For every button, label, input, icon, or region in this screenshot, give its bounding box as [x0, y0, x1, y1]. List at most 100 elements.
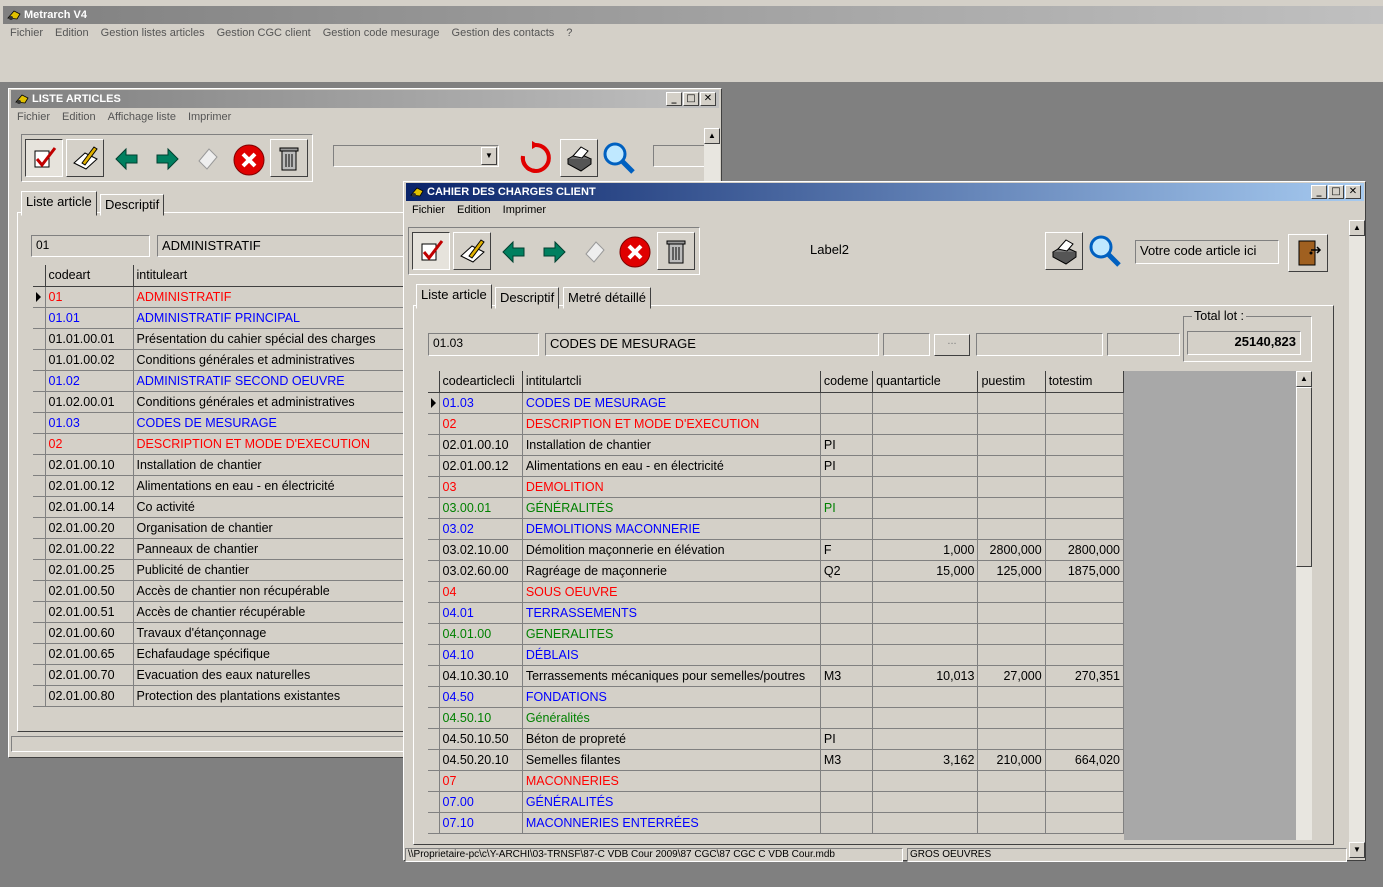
- row-indicator[interactable]: [428, 497, 440, 519]
- cell-unit[interactable]: PI: [820, 728, 874, 750]
- cell-code[interactable]: 03.00.01: [439, 497, 523, 519]
- cell-total[interactable]: [1045, 770, 1125, 792]
- cell-code[interactable]: 04.50.10.50: [439, 728, 523, 750]
- row-indicator[interactable]: [428, 413, 440, 435]
- cell-label[interactable]: Organisation de chantier: [133, 517, 414, 539]
- cell-label[interactable]: Evacuation des eaux naturelles: [133, 664, 414, 686]
- app-menu-item[interactable]: Gestion des contacts: [452, 27, 555, 39]
- cell-label[interactable]: Accès de chantier récupérable: [133, 601, 414, 623]
- liste-filter-select[interactable]: ▼: [333, 145, 499, 167]
- cell-quantity[interactable]: [872, 455, 979, 477]
- table-row[interactable]: 01.02 ADMINISTRATIF SECOND OEUVRE: [33, 370, 414, 392]
- table-row[interactable]: 07.00 GÉNÉRALITÉS: [428, 791, 1125, 813]
- cahier-delete-button[interactable]: [657, 232, 695, 270]
- row-indicator[interactable]: [33, 454, 46, 476]
- liste-menu-item[interactable]: Edition: [62, 111, 96, 123]
- row-indicator[interactable]: [428, 623, 440, 645]
- cahier-tab-metre-detaille[interactable]: Metré détaillé: [563, 287, 652, 309]
- cell-quantity[interactable]: [872, 434, 979, 456]
- cell-code[interactable]: 07: [439, 770, 523, 792]
- cell-label[interactable]: DESCRIPTION ET MODE D'EXECUTION: [133, 433, 414, 455]
- cell-total[interactable]: 2800,000: [1045, 539, 1125, 561]
- cell-unit-price[interactable]: [977, 644, 1046, 666]
- cell-quantity[interactable]: [872, 581, 979, 603]
- cahier-search-button[interactable]: [1088, 234, 1122, 268]
- close-button[interactable]: ✕: [700, 92, 716, 106]
- scroll-up-icon[interactable]: ▲: [704, 128, 720, 144]
- table-row[interactable]: 01.03 CODES DE MESURAGE: [33, 412, 414, 434]
- table-row[interactable]: 03.02 DEMOLITIONS MACONNERIE: [428, 518, 1125, 540]
- cahier-cancel-button[interactable]: [618, 235, 652, 269]
- cell-code[interactable]: 02.01.00.10: [439, 434, 523, 456]
- table-row[interactable]: 07.10 MACONNERIES ENTERRÉES: [428, 812, 1125, 834]
- app-menu-item[interactable]: Edition: [55, 27, 89, 39]
- table-row[interactable]: 02.01.00.51 Accès de chantier récupérable: [33, 601, 414, 623]
- cahier-window-vertical-scrollbar[interactable]: ▲ ▼: [1349, 220, 1365, 858]
- cell-label[interactable]: GENERALITES: [522, 623, 821, 645]
- cell-quantity[interactable]: [872, 392, 979, 414]
- row-indicator[interactable]: [33, 559, 46, 581]
- cell-code[interactable]: 04: [439, 581, 523, 603]
- cell-label[interactable]: Installation de chantier: [522, 434, 821, 456]
- row-indicator[interactable]: [428, 518, 440, 540]
- row-indicator[interactable]: [33, 349, 46, 371]
- table-row[interactable]: 02.01.00.65 Echafaudage spécifique: [33, 643, 414, 665]
- app-menu-item[interactable]: Gestion code mesurage: [323, 27, 440, 39]
- cell-quantity[interactable]: 10,013: [872, 665, 979, 687]
- table-row[interactable]: 04.01 TERRASSEMENTS: [428, 602, 1125, 624]
- close-button[interactable]: ✕: [1345, 185, 1361, 199]
- table-row[interactable]: 01.03 CODES DE MESURAGE: [428, 392, 1125, 414]
- scroll-up-icon[interactable]: ▲: [1349, 220, 1365, 236]
- table-row[interactable]: 02.01.00.14 Co activité: [33, 496, 414, 518]
- row-indicator[interactable]: [428, 476, 440, 498]
- cahier-menu-item[interactable]: Imprimer: [503, 204, 546, 216]
- liste-search-button[interactable]: [602, 141, 636, 175]
- cell-total[interactable]: 270,351: [1045, 665, 1125, 687]
- cell-code[interactable]: 07.00: [439, 791, 523, 813]
- cell-unit-price[interactable]: [977, 581, 1046, 603]
- cell-label[interactable]: Travaux d'étançonnage: [133, 622, 414, 644]
- cell-total[interactable]: [1045, 392, 1125, 414]
- cahier-ellipsis-button[interactable]: ...: [934, 334, 970, 356]
- row-indicator[interactable]: [33, 496, 46, 518]
- cell-label[interactable]: Conditions générales et administratives: [133, 391, 414, 413]
- cell-total[interactable]: 664,020: [1045, 749, 1125, 771]
- cell-total[interactable]: [1045, 497, 1125, 519]
- cell-unit-price[interactable]: [977, 623, 1046, 645]
- cell-label[interactable]: Alimentations en eau - en électricité: [133, 475, 414, 497]
- cell-unit[interactable]: [820, 581, 874, 603]
- cahier-edit-button[interactable]: [453, 232, 491, 270]
- row-indicator[interactable]: [428, 560, 440, 582]
- cahier-new-button[interactable]: [580, 238, 608, 266]
- cell-unit[interactable]: [820, 476, 874, 498]
- row-indicator[interactable]: [33, 580, 46, 602]
- cell-code[interactable]: 02.01.00.20: [45, 517, 134, 539]
- cell-label[interactable]: DEMOLITIONS MACONNERIE: [522, 518, 821, 540]
- cell-quantity[interactable]: [872, 707, 979, 729]
- cell-total[interactable]: 1875,000: [1045, 560, 1125, 582]
- cell-total[interactable]: [1045, 686, 1125, 708]
- table-row[interactable]: 03.00.01 GÉNÉRALITÉS PI: [428, 497, 1125, 519]
- cell-label[interactable]: Echafaudage spécifique: [133, 643, 414, 665]
- cell-label[interactable]: Ragréage de maçonnerie: [522, 560, 821, 582]
- cell-label[interactable]: Publicité de chantier: [133, 559, 414, 581]
- cahier-next-button[interactable]: [540, 238, 568, 266]
- cell-unit-price[interactable]: [977, 413, 1046, 435]
- cell-code[interactable]: 01.01: [45, 307, 134, 329]
- cahier-tab-liste-article[interactable]: Liste article: [416, 284, 492, 309]
- cell-label[interactable]: DEMOLITION: [522, 476, 821, 498]
- row-indicator[interactable]: [428, 770, 440, 792]
- cell-unit-price[interactable]: 27,000: [977, 665, 1046, 687]
- cell-label[interactable]: Protection des plantations existantes: [133, 685, 414, 707]
- table-row[interactable]: 02.01.00.50 Accès de chantier non récupér…: [33, 580, 414, 602]
- liste-cancel-button[interactable]: [232, 143, 266, 177]
- cell-total[interactable]: [1045, 455, 1125, 477]
- cahier-extra-field-2[interactable]: [1107, 333, 1180, 356]
- scroll-up-icon[interactable]: ▲: [1296, 371, 1312, 387]
- liste-next-button[interactable]: [153, 145, 181, 173]
- cell-quantity[interactable]: 1,000: [872, 539, 979, 561]
- cell-total[interactable]: [1045, 476, 1125, 498]
- app-menu-item[interactable]: Gestion CGC client: [217, 27, 311, 39]
- cahier-menu-item[interactable]: Edition: [457, 204, 491, 216]
- cell-label[interactable]: MACONNERIES: [522, 770, 821, 792]
